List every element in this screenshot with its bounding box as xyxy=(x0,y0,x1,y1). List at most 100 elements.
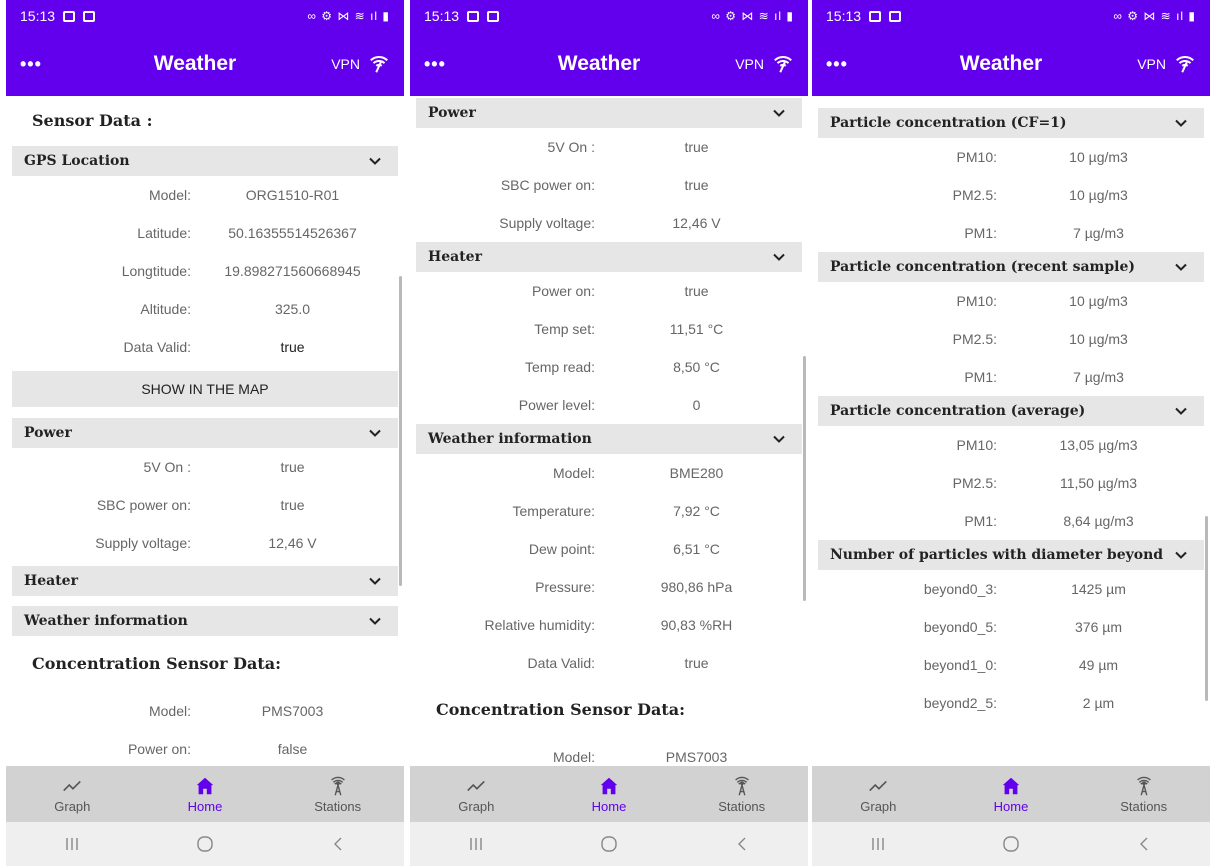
info-row: Pressure: 980,86 hPa xyxy=(410,568,808,606)
menu-button[interactable]: ••• xyxy=(20,54,70,75)
app-notification-icon xyxy=(487,10,500,22)
row-value: 0 xyxy=(692,397,701,413)
vpn-toggle[interactable]: VPN xyxy=(320,53,390,75)
accordion-power[interactable]: Power xyxy=(416,98,802,128)
accordion-weather-information[interactable]: Weather information xyxy=(416,424,802,454)
nav-stations[interactable]: Stations xyxy=(675,766,808,822)
main-content[interactable]: Power 5V On : true SBC power on: true Supply… xyxy=(410,96,808,766)
accordion-title: Particle concentration (recent sample) xyxy=(830,259,1136,275)
nav-home[interactable]: Home xyxy=(139,766,272,822)
recent-apps-button[interactable] xyxy=(858,829,898,859)
row-label: beyond1_0: xyxy=(923,657,997,673)
info-row: Model: PMS7003 xyxy=(410,738,808,766)
bottom-navigation: Graph Home Stations xyxy=(410,766,808,822)
accordion-title: Number of particles with diameter beyond xyxy=(830,547,1164,563)
accordion-heater[interactable]: Heater xyxy=(416,242,802,272)
row-value: 8,50 °C xyxy=(673,359,720,375)
vpn-label: VPN xyxy=(1137,56,1166,72)
info-row: Supply voltage: 12,46 V xyxy=(410,204,808,242)
row-label: Supply voltage: xyxy=(95,535,191,551)
vpn-toggle[interactable]: VPN xyxy=(724,53,794,75)
status-icons: ∞ ⚙ ⋈ ≋ ıl ▮ xyxy=(307,9,390,23)
home-icon xyxy=(194,775,216,797)
menu-button[interactable]: ••• xyxy=(424,54,474,75)
recent-apps-button[interactable] xyxy=(456,829,496,859)
info-row: Model: PMS7003 xyxy=(6,692,404,730)
status-icons: ∞ ⚙ ⋈ ≋ ıl ▮ xyxy=(711,9,794,23)
signal-icons: ∞ ⚙ ⋈ ≋ ıl ▮ xyxy=(711,9,794,23)
graph-icon xyxy=(61,775,83,797)
nav-stations[interactable]: Stations xyxy=(271,766,404,822)
home-system-button[interactable] xyxy=(589,829,629,859)
row-value: 10 µg/m3 xyxy=(1069,293,1128,309)
accordion-particle-cf1[interactable]: Particle concentration (CF=1) xyxy=(818,108,1204,138)
info-row: Latitude: 50.16355514526367 xyxy=(6,214,404,252)
gallery-icon xyxy=(63,10,76,22)
back-button[interactable] xyxy=(318,829,358,859)
concentration-title: Concentration Sensor Data: xyxy=(436,700,686,719)
nav-label: Home xyxy=(187,798,223,814)
row-value: true xyxy=(684,139,709,155)
row-label: Model: xyxy=(148,703,191,719)
home-system-button[interactable] xyxy=(991,829,1031,859)
row-label: Model: xyxy=(148,187,191,203)
scrollbar[interactable] xyxy=(803,356,806,601)
back-button[interactable] xyxy=(722,829,762,859)
vpn-toggle[interactable]: VPN xyxy=(1126,53,1196,75)
row-label: PM2.5: xyxy=(952,187,997,203)
info-row: beyond2_5: 2 µm xyxy=(812,684,1210,722)
accordion-particle-average[interactable]: Particle concentration (average) xyxy=(818,396,1204,426)
accordion-particle-beyond[interactable]: Number of particles with diameter beyond xyxy=(818,540,1204,570)
row-label: Power level: xyxy=(518,397,595,413)
sensor-title: Sensor Data : xyxy=(32,111,153,130)
main-content[interactable]: Sensor Data : GPS Location Model: ORG1510… xyxy=(6,96,404,766)
accordion-weather-information[interactable]: Weather information xyxy=(12,606,398,636)
row-value: 90,83 %RH xyxy=(660,617,733,633)
nav-stations[interactable]: Stations xyxy=(1077,766,1210,822)
info-row: PM10: 10 µg/m3 xyxy=(812,138,1210,176)
row-value: 325.0 xyxy=(274,301,311,317)
row-label: Data Valid: xyxy=(123,339,191,355)
info-row: Temp read: 8,50 °C xyxy=(410,348,808,386)
scrollbar[interactable] xyxy=(399,276,402,586)
row-value: true xyxy=(684,283,709,299)
row-value: true xyxy=(280,459,305,475)
info-row: Relative humidity: 90,83 %RH xyxy=(410,606,808,644)
main-content[interactable]: Particle concentration (CF=1) PM10: 10 µg… xyxy=(812,96,1210,766)
info-row: Longtitude: 19.898271560668945 xyxy=(6,252,404,290)
nav-graph[interactable]: Graph xyxy=(812,766,945,822)
nav-home[interactable]: Home xyxy=(543,766,676,822)
row-label: Altitude: xyxy=(140,301,191,317)
row-label: Power on: xyxy=(127,741,191,757)
recent-apps-button[interactable] xyxy=(52,829,92,859)
nav-graph[interactable]: Graph xyxy=(410,766,543,822)
system-navigation xyxy=(812,822,1210,866)
back-icon xyxy=(737,837,746,851)
phone-screen-2: 15:13 ∞ ⚙ ⋈ ≋ ıl ▮ ••• Weather VPN Power… xyxy=(410,0,808,866)
accordion-power[interactable]: Power xyxy=(12,418,398,448)
info-row: PM10: 13,05 µg/m3 xyxy=(812,426,1210,464)
accordion-heater[interactable]: Heater xyxy=(12,566,398,596)
scrollbar[interactable] xyxy=(1205,516,1208,701)
row-value: true xyxy=(280,339,305,355)
nav-graph[interactable]: Graph xyxy=(6,766,139,822)
nav-label: Stations xyxy=(718,798,766,814)
row-label: Relative humidity: xyxy=(484,617,596,633)
row-value: true xyxy=(684,655,709,671)
wifi-icon xyxy=(772,53,794,75)
row-label: beyond0_3: xyxy=(923,581,997,597)
phone-screen-1: 15:13 ∞ ⚙ ⋈ ≋ ıl ▮ ••• Weather VPN Senso… xyxy=(6,0,404,866)
menu-button[interactable]: ••• xyxy=(826,54,876,75)
nav-label: Stations xyxy=(314,798,362,814)
row-value: 8,64 µg/m3 xyxy=(1063,513,1134,529)
nav-home[interactable]: Home xyxy=(945,766,1078,822)
accordion-particle-recent[interactable]: Particle concentration (recent sample) xyxy=(818,252,1204,282)
station-icon xyxy=(1133,775,1155,797)
circle-home-icon xyxy=(197,836,213,852)
back-button[interactable] xyxy=(1124,829,1164,859)
row-label: Dew point: xyxy=(528,541,595,557)
recent-apps-icon xyxy=(872,838,885,850)
accordion-gps-location[interactable]: GPS Location xyxy=(12,146,398,176)
show-in-map-button[interactable]: SHOW IN THE MAP xyxy=(12,371,398,407)
home-system-button[interactable] xyxy=(185,829,225,859)
